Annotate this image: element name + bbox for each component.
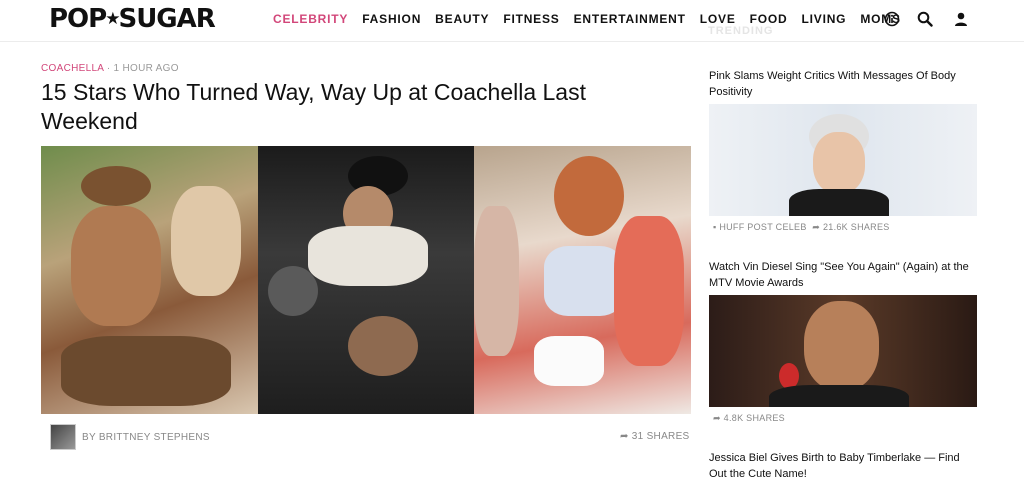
share-arrow-icon: ➦ <box>620 431 629 442</box>
nav-fashion[interactable]: FASHION <box>355 12 428 26</box>
hero-image[interactable] <box>41 146 691 414</box>
hero-photo-1 <box>41 146 258 414</box>
trending-item-2-title[interactable]: Watch Vin Diesel Sing "See You Again" (A… <box>709 259 979 291</box>
nav-living[interactable]: LIVING <box>795 12 854 26</box>
trending-item-2-image[interactable] <box>709 295 977 407</box>
trending-item-2-meta: ➦ 4.8K SHARES <box>713 413 785 424</box>
site-header: POP★SUGAR CELEBRITY FASHION BEAUTY FITNE… <box>0 0 1024 42</box>
nav-love[interactable]: LOVE <box>693 12 743 26</box>
hero-photo-3 <box>474 146 691 414</box>
user-icon[interactable] <box>952 10 970 28</box>
share-arrow-icon: ➦ <box>809 222 821 232</box>
category-link[interactable]: COACHELLA <box>41 63 104 74</box>
nav-food[interactable]: FOOD <box>743 12 795 26</box>
nav-celebrity[interactable]: CELEBRITY <box>266 12 355 26</box>
author-name[interactable]: BY BRITTNEY STEPHENS <box>82 432 210 443</box>
trending-item-1-source[interactable]: HUFF POST CELEB <box>719 222 806 232</box>
info-icon[interactable] <box>883 10 901 28</box>
nav-fitness[interactable]: FITNESS <box>496 12 566 26</box>
trending-item-1-title[interactable]: Pink Slams Weight Critics With Messages … <box>709 68 979 100</box>
trending-item-3-title[interactable]: Jessica Biel Gives Birth to Baby Timberl… <box>709 450 979 482</box>
hero-photo-2 <box>257 146 475 414</box>
trending-item-1-image[interactable] <box>709 104 977 216</box>
main-nav: CELEBRITY FASHION BEAUTY FITNESS ENTERTA… <box>266 12 908 26</box>
share-arrow-icon: ➦ <box>713 413 721 423</box>
trending-item-1-shares: 21.6K SHARES <box>822 222 890 232</box>
nav-beauty[interactable]: BEAUTY <box>428 12 496 26</box>
source-icon: ▪ <box>713 222 717 232</box>
site-logo[interactable]: POP★SUGAR <box>49 4 216 34</box>
share-count[interactable]: ➦ 31 SHARES <box>620 431 690 442</box>
nav-entertainment[interactable]: ENTERTAINMENT <box>567 12 693 26</box>
article-meta: COACHELLA · 1 HOUR AGO <box>41 63 179 74</box>
search-icon[interactable] <box>916 10 934 28</box>
timestamp: 1 HOUR AGO <box>113 63 179 74</box>
trending-item-2-shares: 4.8K SHARES <box>723 413 785 423</box>
article-title[interactable]: 15 Stars Who Turned Way, Way Up at Coach… <box>41 78 651 136</box>
trending-item-1-meta: ▪ HUFF POST CELEB ➦ 21.6K SHARES <box>713 222 890 233</box>
author-avatar[interactable] <box>50 424 76 450</box>
star-icon: ★ <box>105 9 120 29</box>
byline: BY BRITTNEY STEPHENS <box>50 424 210 450</box>
trending-label: TRENDING <box>708 25 774 37</box>
